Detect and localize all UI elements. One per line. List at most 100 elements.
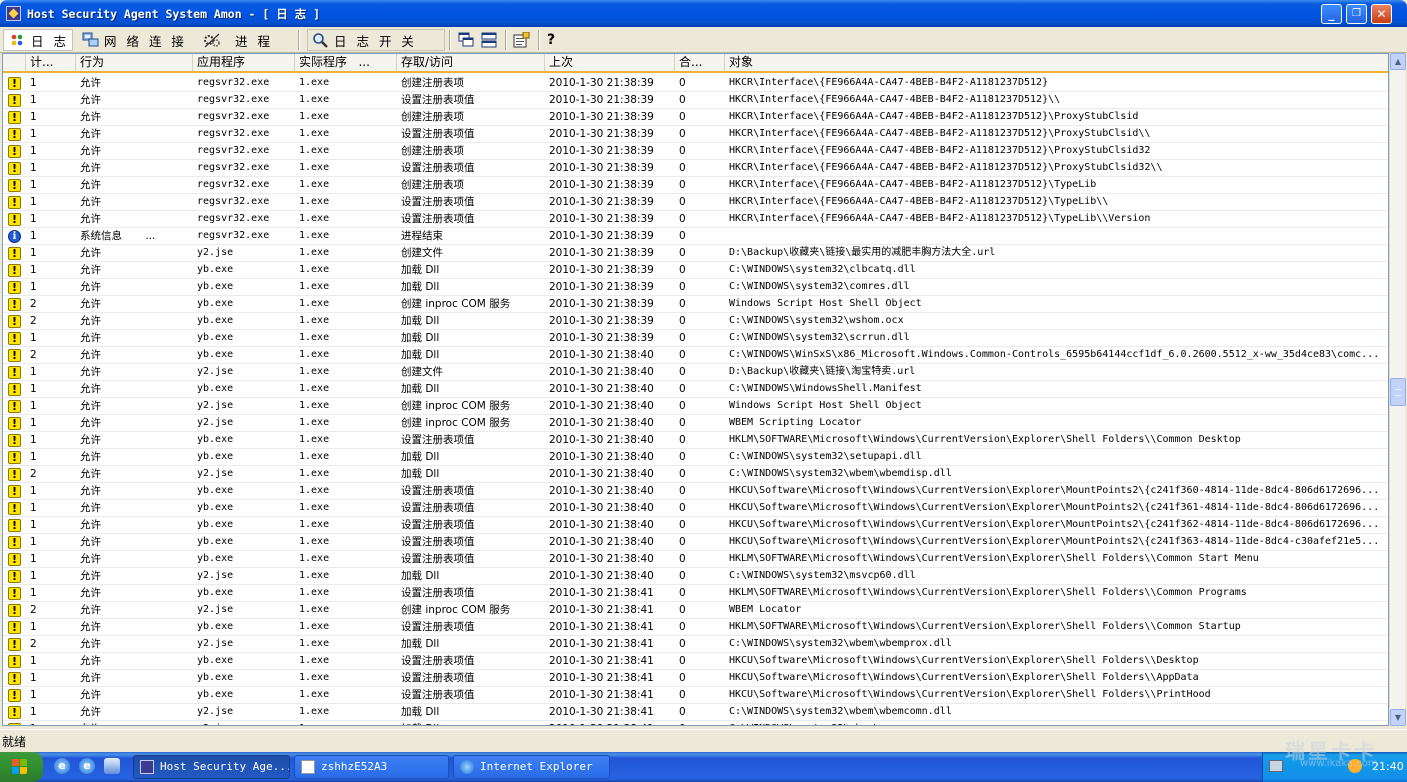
keyboard-icon[interactable]	[1269, 760, 1283, 772]
taskbar-item-internet-explorer[interactable]: Internet Explorer	[453, 755, 610, 779]
table-row[interactable]: ! 2 允许 y2.jse 1.exe 加载 Dll 2010-1-30 21:38:40 0…	[3, 466, 1388, 483]
cell-count: 1	[30, 383, 37, 395]
log-switch-button[interactable]: 日 志 开 关	[307, 29, 445, 51]
taskbar-item-zshhz[interactable]: zshhzE52A3	[294, 755, 449, 779]
process-button[interactable]: 进 程	[203, 29, 273, 51]
cell-merged: 0	[679, 230, 686, 242]
table-row[interactable]: ! 1 允许 y2.jse 1.exe 创建 inproc COM 服务 2010-1-30…	[3, 415, 1388, 432]
properties-button[interactable]	[513, 29, 535, 51]
table-row[interactable]: ! 2 允许 yb.exe 1.exe 加载 Dll 2010-1-30 21:38:39 0…	[3, 313, 1388, 330]
log-button[interactable]: 日 志	[3, 29, 73, 51]
table-row[interactable]: ! 1 允许 yb.exe 1.exe 设置注册表项值 2010-1-30 21:38:40…	[3, 483, 1388, 500]
cell-app: yb.exe	[197, 689, 234, 700]
table-row[interactable]: ! 1 允许 regsvr32.exe 1.exe 创建注册表项 2010-1-30 21:…	[3, 75, 1388, 92]
table-row[interactable]: !1允许y2.jse1.exe加载 Dll2010-1-30 21:38:410…	[3, 721, 1388, 725]
minimize-button[interactable]: _	[1321, 4, 1342, 24]
app-icon[interactable]	[6, 6, 21, 21]
table-row[interactable]: ! 1 允许 yb.exe 1.exe 设置注册表项值 2010-1-30 21:38:41…	[3, 670, 1388, 687]
cell-merged: 0	[679, 434, 686, 446]
table-row[interactable]: ! 1 允许 yb.exe 1.exe 设置注册表项值 2010-1-30 21:38:40…	[3, 500, 1388, 517]
table-row[interactable]: ! 1 允许 yb.exe 1.exe 加载 Dll 2010-1-30 21:38:40 0…	[3, 449, 1388, 466]
list-rows: ! 1 允许 regsvr32.exe 1.exe 创建注册表项 2010-1-30 21:…	[3, 75, 1388, 725]
scroll-up-arrow-icon[interactable]: ▲	[1390, 53, 1406, 70]
column-header-merged[interactable]: 合...	[675, 54, 725, 71]
column-header-object[interactable]: 对象	[725, 54, 1388, 71]
table-row[interactable]: ! 1 允许 regsvr32.exe 1.exe 设置注册表项值 2010-1-30 21…	[3, 211, 1388, 228]
column-header-actual-program[interactable]: 实际程序 ...	[295, 54, 397, 71]
table-row[interactable]: ! 1 允许 regsvr32.exe 1.exe 设置注册表项值 2010-1-30 21…	[3, 160, 1388, 177]
table-row[interactable]: ! 1 允许 yb.exe 1.exe 加载 Dll 2010-1-30 21:38:39 0…	[3, 330, 1388, 347]
table-row[interactable]: ! 1 允许 regsvr32.exe 1.exe 创建注册表项 2010-1-30 21:…	[3, 177, 1388, 194]
table-row[interactable]: ! 1 允许 yb.exe 1.exe 设置注册表项值 2010-1-30 21:38:41…	[3, 585, 1388, 602]
cell-object: C:\WINDOWS\system32\scrrun.dll	[729, 332, 910, 343]
network-button[interactable]: 网 络 连 接	[82, 29, 187, 51]
table-row[interactable]: ! 1 允许 y2.jse 1.exe 创建 inproc COM 服务 2010-1-30…	[3, 398, 1388, 415]
table-row[interactable]: ! 1 允许 yb.exe 1.exe 加载 Dll 2010-1-30 21:38:39 0…	[3, 262, 1388, 279]
vertical-scrollbar[interactable]: ▲ ▼	[1389, 53, 1406, 726]
table-row[interactable]: ! 1 允许 yb.exe 1.exe 设置注册表项值 2010-1-30 21:38:41…	[3, 687, 1388, 704]
column-header-last[interactable]: 上次	[545, 54, 675, 71]
log-list[interactable]: 计... 行为 应用程序 实际程序 ... 存取/访问 上次 合... 对象 !…	[2, 53, 1389, 726]
cell-object: HKCU\Software\Microsoft\Windows\CurrentV…	[729, 672, 1199, 683]
table-row[interactable]: ! 1 允许 regsvr32.exe 1.exe 设置注册表项值 2010-1-30 21…	[3, 126, 1388, 143]
table-row[interactable]: ! 1 允许 regsvr32.exe 1.exe 创建注册表项 2010-1-30 21:…	[3, 109, 1388, 126]
tray-app-icon[interactable]	[1348, 759, 1362, 773]
cell-behavior: 允许	[80, 179, 101, 191]
cell-object: HKCR\Interface\{FE966A4A-CA47-4BEB-B4F2-…	[729, 179, 1097, 190]
cell-count: 1	[30, 366, 37, 378]
table-row[interactable]: i 1 系统信息 ... regsvr32.exe 1.exe 进程结束 2010-1-30…	[3, 228, 1388, 245]
cell-behavior: 允许	[80, 553, 101, 565]
table-row[interactable]: ! 2 允许 y2.jse 1.exe 创建 inproc COM 服务 2010-1-30…	[3, 602, 1388, 619]
warning-icon: !	[8, 654, 21, 668]
cell-access: 创建文件	[401, 247, 443, 259]
column-header-count[interactable]: 计...	[26, 54, 76, 71]
table-row[interactable]: ! 1 允许 y2.jse 1.exe 创建文件 2010-1-30 21:38:39 0 D:…	[3, 245, 1388, 262]
tile-windows-button[interactable]	[481, 29, 503, 51]
toolbar-separator	[505, 30, 507, 50]
table-row[interactable]: ! 1 允许 yb.exe 1.exe 设置注册表项值 2010-1-30 21:38:40…	[3, 432, 1388, 449]
table-row[interactable]: ! 1 允许 regsvr32.exe 1.exe 设置注册表项值 2010-1-30 21…	[3, 194, 1388, 211]
column-header-access[interactable]: 存取/访问	[397, 54, 545, 71]
cell-merged: 0	[679, 400, 686, 412]
cell-count: 1	[30, 519, 37, 531]
cell-actual: 1.exe	[295, 721, 397, 725]
scroll-down-arrow-icon[interactable]: ▼	[1390, 709, 1406, 726]
scroll-thumb[interactable]	[1390, 378, 1406, 406]
table-row[interactable]: ! 1 允许 yb.exe 1.exe 加载 Dll 2010-1-30 21:38:40 0…	[3, 381, 1388, 398]
table-row[interactable]: ! 1 允许 regsvr32.exe 1.exe 创建注册表项 2010-1-30 21:…	[3, 143, 1388, 160]
cell-access: 设置注册表项值	[401, 587, 475, 599]
column-header-icon[interactable]	[3, 54, 26, 71]
taskbar-item-host-security[interactable]: Host Security Age...	[133, 755, 290, 779]
quicklaunch-desktop-icon[interactable]	[104, 758, 120, 774]
table-row[interactable]: ! 1 允许 y2.jse 1.exe 创建文件 2010-1-30 21:38:40 0 D:…	[3, 364, 1388, 381]
cell-count: 1	[30, 145, 37, 157]
table-row[interactable]: ! 1 允许 yb.exe 1.exe 设置注册表项值 2010-1-30 21:38:40…	[3, 551, 1388, 568]
cell-actual: 1.exe	[299, 553, 330, 564]
help-button[interactable]: ?	[547, 29, 558, 51]
table-row[interactable]: ! 1 允许 yb.exe 1.exe 设置注册表项值 2010-1-30 21:38:40…	[3, 517, 1388, 534]
table-row[interactable]: ! 2 允许 y2.jse 1.exe 加载 Dll 2010-1-30 21:38:41 0…	[3, 636, 1388, 653]
table-row[interactable]: ! 2 允许 yb.exe 1.exe 创建 inproc COM 服务 2010-1-30…	[3, 296, 1388, 313]
table-row[interactable]: ! 1 允许 yb.exe 1.exe 设置注册表项值 2010-1-30 21:38:41…	[3, 619, 1388, 636]
start-button[interactable]	[0, 752, 43, 782]
table-row[interactable]: ! 1 允许 y2.jse 1.exe 加载 Dll 2010-1-30 21:38:40 0…	[3, 568, 1388, 585]
cell-actual: 1.exe	[299, 417, 330, 428]
table-row[interactable]: ! 1 允许 yb.exe 1.exe 加载 Dll 2010-1-30 21:38:39 0…	[3, 279, 1388, 296]
row-icon-cell: !	[3, 466, 26, 482]
title-bar[interactable]: Host Security Agent System Amon - [ 日 志 …	[0, 0, 1407, 27]
column-header-behavior[interactable]: 行为	[76, 54, 193, 71]
table-row[interactable]: ! 1 允许 yb.exe 1.exe 设置注册表项值 2010-1-30 21:38:41…	[3, 653, 1388, 670]
quicklaunch-browser-icon[interactable]: e	[79, 758, 95, 774]
cascade-windows-button[interactable]	[458, 29, 480, 51]
clock: 21:40	[1372, 760, 1404, 773]
quicklaunch-ie-icon[interactable]: e	[54, 758, 70, 774]
maximize-button[interactable]: ❐	[1346, 4, 1367, 24]
column-header-application[interactable]: 应用程序	[193, 54, 295, 71]
close-button[interactable]: ✕	[1371, 4, 1392, 24]
table-row[interactable]: ! 1 允许 yb.exe 1.exe 设置注册表项值 2010-1-30 21:38:40…	[3, 534, 1388, 551]
cell-object: HKCU\Software\Microsoft\Windows\CurrentV…	[729, 502, 1380, 513]
row-icon-cell: !	[3, 245, 26, 261]
table-row[interactable]: ! 2 允许 yb.exe 1.exe 加载 Dll 2010-1-30 21:38:40 0…	[3, 347, 1388, 364]
table-row[interactable]: !1允许y2.jse1.exe加载 Dll2010-1-30 21:38:410…	[3, 704, 1388, 721]
table-row[interactable]: ! 1 允许 regsvr32.exe 1.exe 设置注册表项值 2010-1-30 21…	[3, 92, 1388, 109]
